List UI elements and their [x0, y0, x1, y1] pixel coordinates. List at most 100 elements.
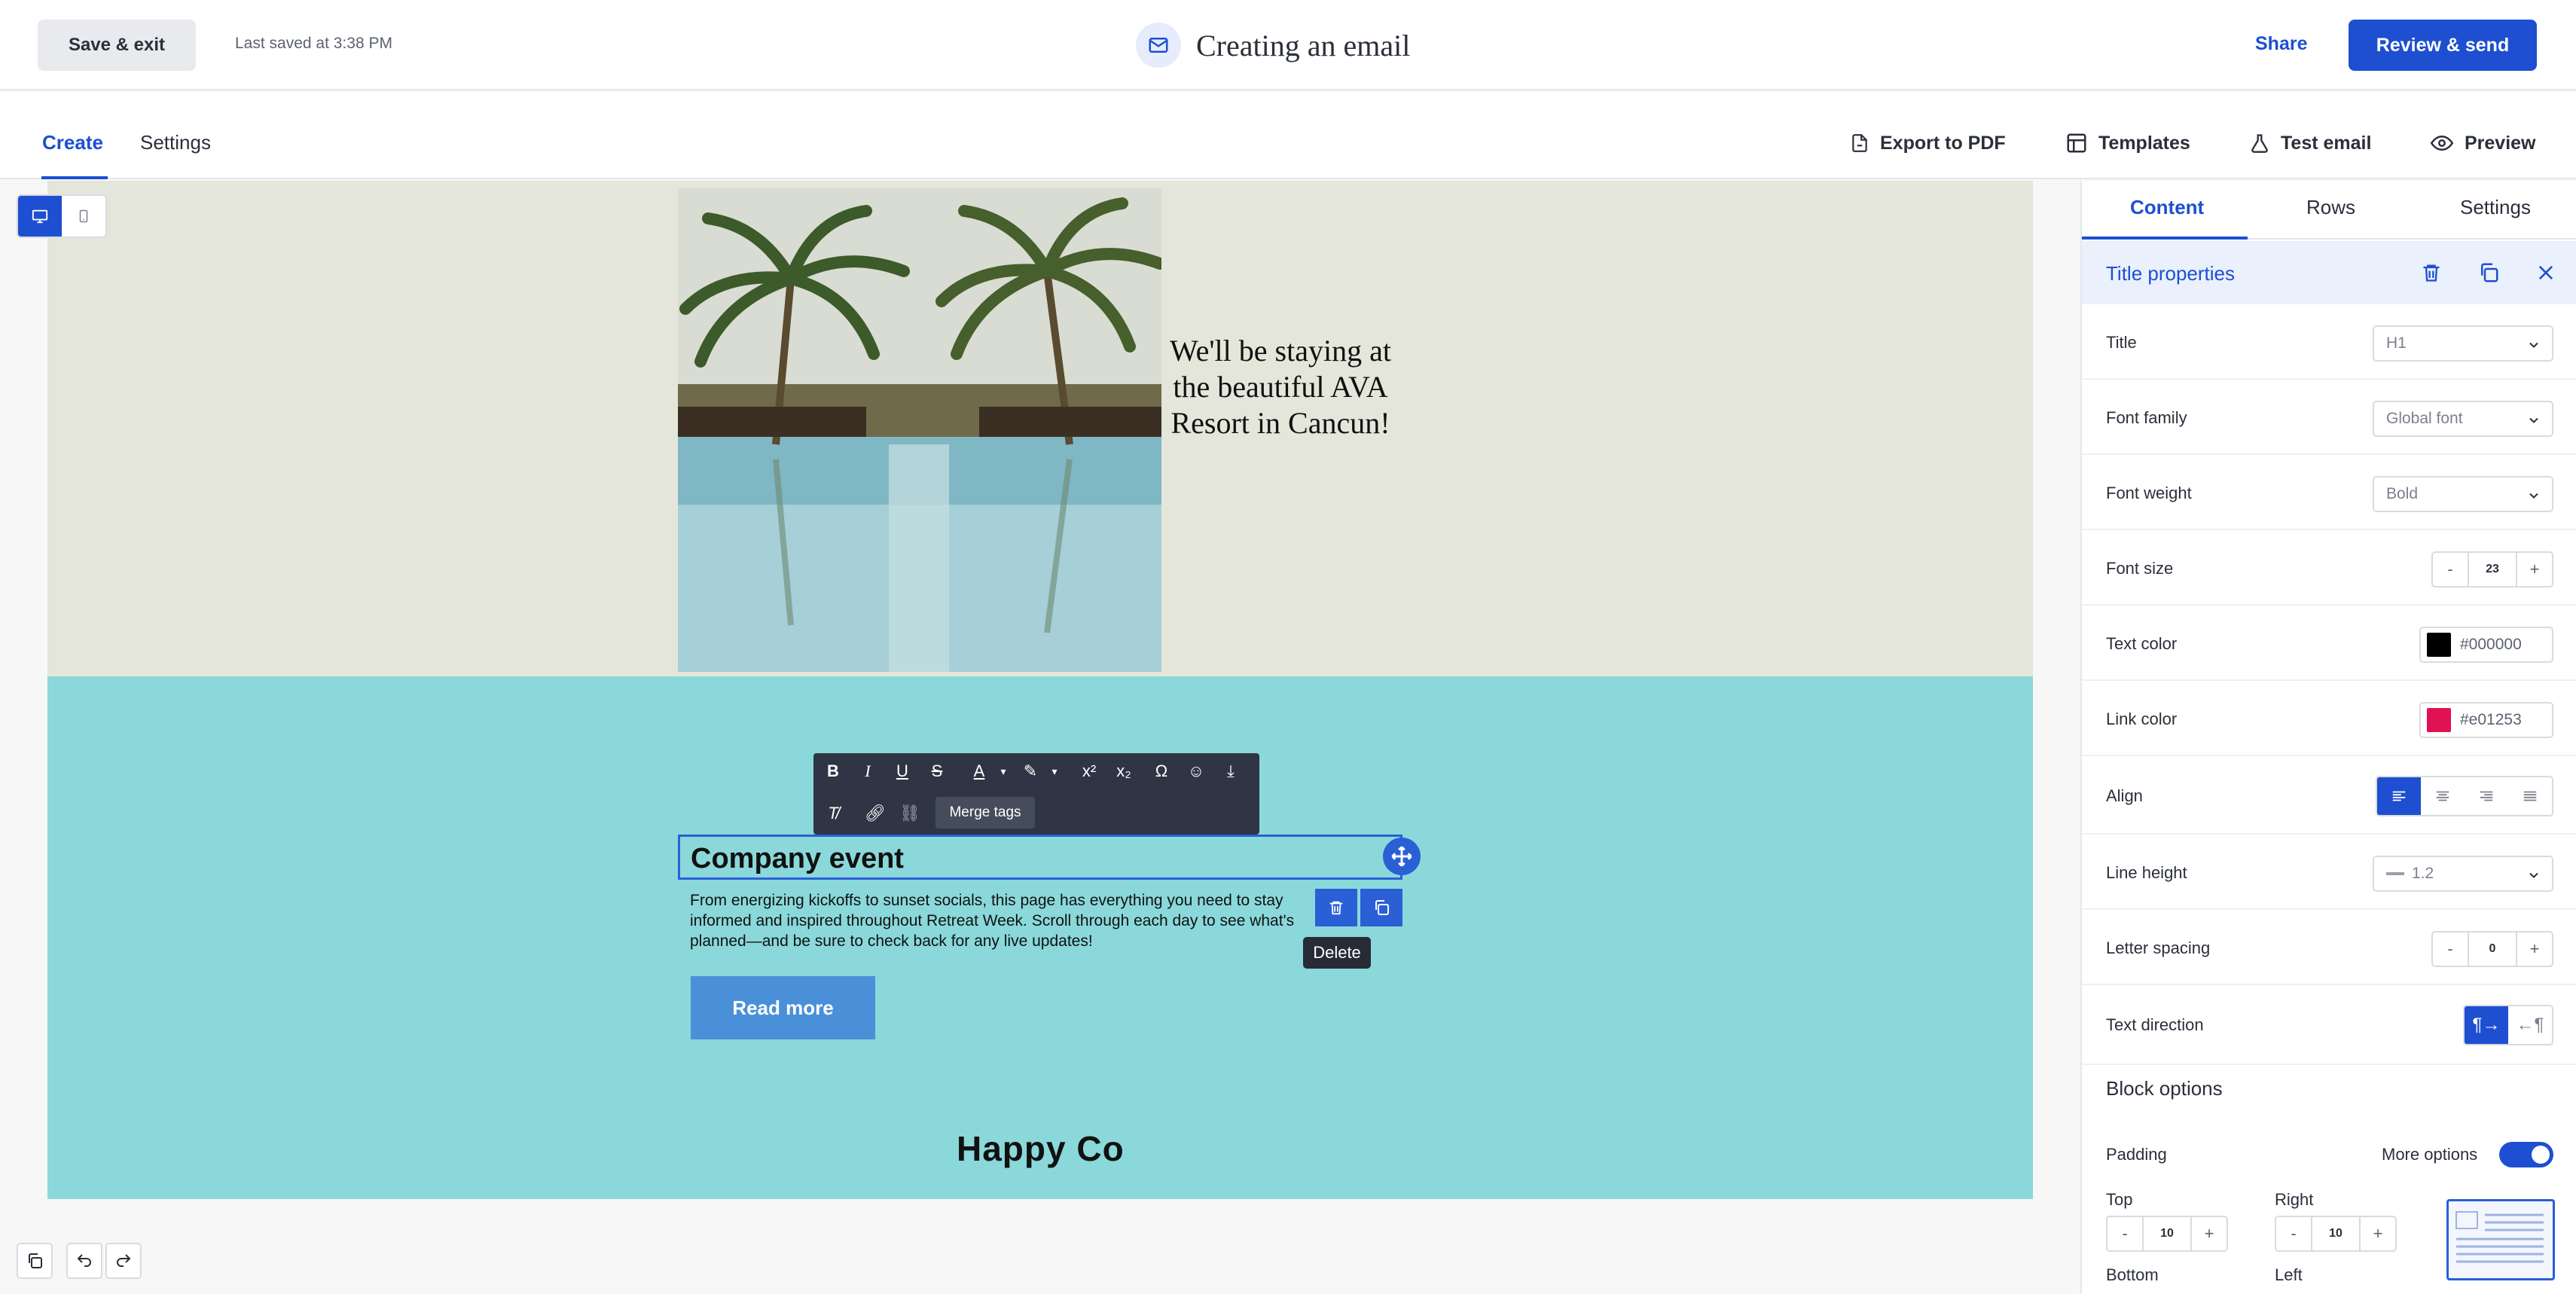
prop-title-row: Title H1: [2082, 306, 2576, 380]
preview-label: Preview: [2465, 132, 2536, 154]
merge-tags-button[interactable]: Merge tags: [935, 797, 1035, 829]
panel-tabs: Content Rows Settings: [2082, 181, 2576, 240]
move-icon[interactable]: [1383, 838, 1421, 875]
decrement-button[interactable]: -: [2107, 1224, 2142, 1244]
increment-button[interactable]: +: [2192, 1224, 2227, 1244]
increment-button[interactable]: +: [2361, 1224, 2395, 1244]
strikethrough-icon[interactable]: S: [922, 756, 952, 786]
hero-caption[interactable]: We'll be staying at the beautiful AVA Re…: [1167, 333, 1393, 441]
decrement-button[interactable]: -: [2276, 1224, 2311, 1244]
prop-font-weight-row: Font weight Bold: [2082, 456, 2576, 530]
ltr-direction-icon[interactable]: ¶→: [2465, 1006, 2508, 1044]
flask-icon: [2251, 134, 2268, 153]
align-segmented: [2376, 776, 2553, 816]
redo-icon[interactable]: [105, 1243, 142, 1279]
resort-pool-image[interactable]: [678, 188, 1161, 672]
decrement-button[interactable]: -: [2433, 560, 2468, 579]
tab-settings[interactable]: Settings: [140, 131, 211, 154]
text-color-swatch[interactable]: [2427, 633, 2451, 657]
title-level-select[interactable]: H1: [2373, 325, 2553, 362]
padding-top-input[interactable]: 10: [2142, 1217, 2192, 1250]
font-weight-select[interactable]: Bold: [2373, 476, 2553, 512]
increment-button[interactable]: +: [2517, 560, 2552, 579]
panel-tab-settings[interactable]: Settings: [2460, 196, 2531, 219]
text-direction-segmented: ¶→ ←¶: [2463, 1005, 2553, 1045]
layers-icon[interactable]: [17, 1243, 53, 1279]
selected-title-block[interactable]: Company event: [678, 835, 1402, 880]
chevron-down-icon[interactable]: ▾: [1039, 756, 1070, 786]
chevron-down-icon: [2529, 872, 2538, 878]
prop-line-height-row: Line height 1.2: [2082, 836, 2576, 910]
padding-top-stepper: - 10 +: [2106, 1216, 2228, 1252]
prop-line-height-label: Line height: [2106, 863, 2187, 882]
special-chars-icon[interactable]: Ω: [1146, 756, 1177, 786]
test-email-button[interactable]: Test email: [2249, 130, 2371, 157]
increment-button[interactable]: +: [2517, 939, 2552, 959]
export-pdf-label: Export to PDF: [1880, 132, 2006, 154]
trash-icon[interactable]: [2418, 259, 2445, 286]
block-options-heading: Block options: [2106, 1077, 2223, 1100]
padding-left-label: Left: [2275, 1265, 2303, 1284]
align-left-icon[interactable]: [2377, 777, 2421, 815]
decrement-button[interactable]: -: [2433, 939, 2468, 959]
link-icon[interactable]: 🔗︎: [860, 798, 890, 829]
link-color-value[interactable]: #e01253: [2460, 711, 2522, 729]
read-more-button[interactable]: Read more: [691, 976, 875, 1039]
more-options-toggle[interactable]: [2499, 1142, 2553, 1167]
emoji-icon[interactable]: ☺: [1181, 756, 1211, 786]
font-family-select[interactable]: Global font: [2373, 401, 2553, 437]
align-center-icon[interactable]: [2421, 777, 2465, 815]
text-color-picker[interactable]: #000000: [2419, 627, 2553, 663]
duplicate-icon[interactable]: [1360, 889, 1402, 926]
italic-icon[interactable]: I: [853, 756, 883, 786]
link-color-swatch[interactable]: [2427, 708, 2451, 732]
properties-panel: Content Rows Settings Title properties T…: [2080, 181, 2576, 1294]
insert-icon[interactable]: ⤓: [1216, 756, 1246, 786]
line-height-select[interactable]: 1.2: [2373, 856, 2553, 892]
templates-button[interactable]: Templates: [2065, 130, 2190, 157]
line-height-icon: [2386, 872, 2404, 875]
duplicate-icon[interactable]: [2475, 259, 2502, 286]
email-body-text[interactable]: From energizing kickoffs to sunset socia…: [690, 890, 1345, 951]
trash-icon[interactable]: [1315, 889, 1357, 926]
font-size-input[interactable]: 23: [2468, 553, 2517, 586]
share-link[interactable]: Share: [2255, 33, 2307, 55]
chevron-down-icon[interactable]: ▾: [988, 756, 1018, 786]
rtl-direction-icon[interactable]: ←¶: [2508, 1006, 2552, 1044]
align-justify-icon[interactable]: [2508, 777, 2552, 815]
clear-format-icon[interactable]: T̸: [818, 798, 848, 829]
underline-icon[interactable]: U: [887, 756, 917, 786]
title-properties-header: Title properties: [2082, 241, 2576, 304]
undo-icon[interactable]: [66, 1243, 102, 1279]
test-email-label: Test email: [2281, 132, 2372, 154]
padding-right-input[interactable]: 10: [2311, 1217, 2361, 1250]
link-color-picker[interactable]: #e01253: [2419, 702, 2553, 738]
active-tab-indicator: [41, 176, 108, 179]
superscript-icon[interactable]: x²: [1074, 756, 1104, 786]
panel-tab-content[interactable]: Content: [2130, 196, 2204, 219]
tab-create[interactable]: Create: [42, 131, 103, 154]
brand-logo-text[interactable]: Happy Co: [957, 1128, 1125, 1169]
unlink-icon[interactable]: ⛓︎: [895, 798, 925, 829]
text-color-value[interactable]: #000000: [2460, 636, 2522, 654]
close-icon[interactable]: [2532, 259, 2559, 286]
align-right-icon[interactable]: [2465, 777, 2508, 815]
panel-tab-rows[interactable]: Rows: [2306, 196, 2355, 219]
prop-align-label: Align: [2106, 786, 2143, 805]
preview-button[interactable]: Preview: [2430, 130, 2536, 157]
review-send-button[interactable]: Review & send: [2349, 20, 2537, 71]
bold-icon[interactable]: B: [818, 756, 848, 786]
more-options-label: More options: [2382, 1145, 2478, 1164]
letter-spacing-input[interactable]: 0: [2468, 932, 2517, 966]
export-pdf-button[interactable]: Export to PDF: [1850, 130, 2006, 157]
desktop-icon[interactable]: [18, 196, 62, 237]
email-title[interactable]: Company event: [691, 843, 904, 875]
block-tools: [1315, 889, 1404, 926]
save-exit-button[interactable]: Save & exit: [38, 20, 196, 71]
subscript-icon[interactable]: x₂: [1109, 756, 1139, 786]
prop-text-color-row: Text color #000000: [2082, 607, 2576, 681]
padding-bottom-label: Bottom: [2106, 1265, 2159, 1284]
mobile-icon[interactable]: [62, 196, 105, 237]
prop-letter-spacing-label: Letter spacing: [2106, 938, 2211, 957]
padding-preview: [2446, 1199, 2555, 1280]
